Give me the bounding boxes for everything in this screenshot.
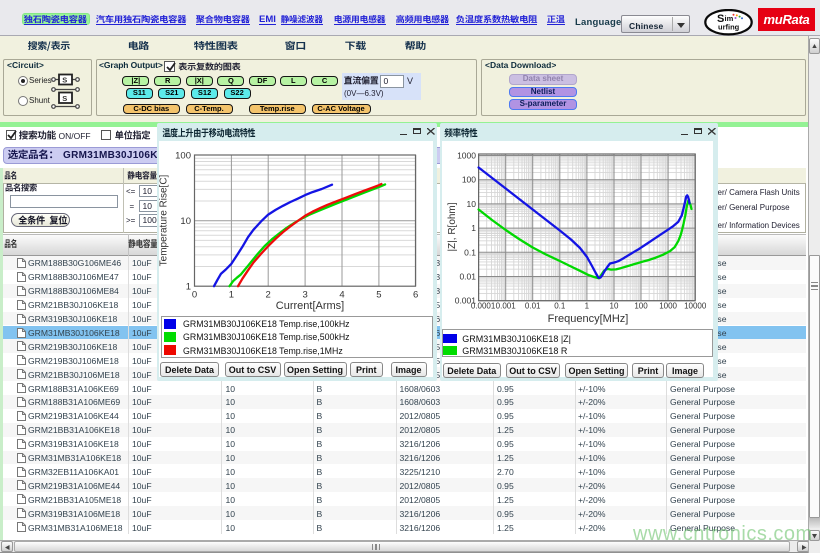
svg-text:0.01: 0.01: [459, 272, 476, 282]
svg-text:0: 0: [192, 290, 197, 301]
svg-text:0.001: 0.001: [496, 302, 517, 311]
svg-text:3: 3: [302, 290, 307, 301]
svg-text:10: 10: [180, 216, 191, 227]
svg-text:1: 1: [186, 282, 191, 293]
svg-text:|Z|, R[ohm]: |Z|, R[ohm]: [447, 202, 458, 251]
svg-text:urfing: urfing: [718, 23, 740, 32]
svg-text:4: 4: [339, 290, 344, 301]
svg-text:0.001: 0.001: [455, 296, 477, 306]
svg-text:100: 100: [175, 151, 191, 162]
svg-text:5: 5: [376, 290, 381, 301]
svg-text:0.01: 0.01: [525, 302, 541, 311]
svg-text:1000: 1000: [659, 302, 677, 311]
svg-text:Current[Arms]: Current[Arms]: [276, 300, 344, 312]
svg-text:0.1: 0.1: [554, 302, 566, 311]
svg-text:1: 1: [229, 290, 234, 301]
svg-text:100: 100: [462, 175, 476, 185]
svg-text:1: 1: [585, 302, 590, 311]
svg-text:Frequency[MHz]: Frequency[MHz]: [548, 313, 629, 325]
svg-text:S: S: [62, 76, 67, 85]
svg-text:1000: 1000: [457, 151, 476, 161]
svg-text:1: 1: [471, 223, 476, 233]
svg-text:0.1: 0.1: [464, 247, 476, 257]
svg-text:S: S: [62, 94, 67, 103]
svg-text:10: 10: [467, 199, 477, 209]
svg-text:10000: 10000: [684, 302, 707, 311]
svg-text:Temperature Rise[C]: Temperature Rise[C]: [159, 174, 170, 266]
svg-text:100: 100: [634, 302, 648, 311]
svg-text:2: 2: [266, 290, 271, 301]
svg-text:6: 6: [413, 290, 418, 301]
svg-text:10: 10: [610, 302, 619, 311]
